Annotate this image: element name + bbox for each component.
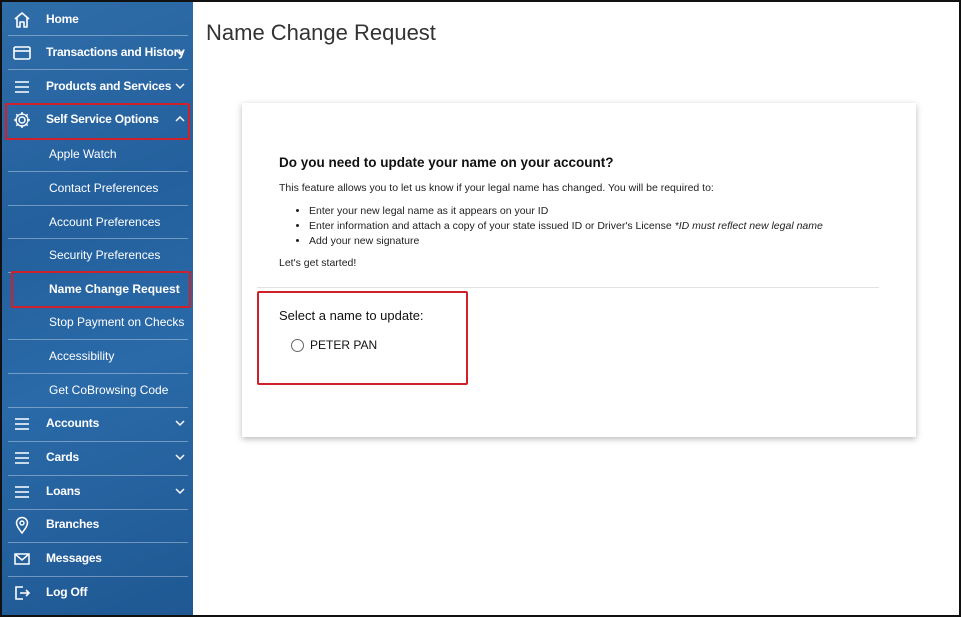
sidebar-item-accounts[interactable]: Accounts bbox=[2, 407, 188, 440]
sidebar-item-label: Accounts bbox=[46, 416, 100, 430]
list-item: Enter your new legal name as it appears … bbox=[309, 204, 823, 219]
list-item: Enter information and attach a copy of y… bbox=[309, 219, 823, 234]
chevron-down-icon[interactable] bbox=[174, 485, 186, 497]
sub-item-label: Contact Preferences bbox=[49, 181, 159, 195]
sub-item-label: Security Preferences bbox=[49, 248, 161, 262]
sidebar-item-label: Messages bbox=[46, 551, 102, 565]
chevron-down-icon[interactable] bbox=[174, 417, 186, 429]
mail-icon bbox=[14, 553, 30, 565]
sidebar-item-label: Home bbox=[46, 12, 79, 26]
get-started-text: Let's get started! bbox=[279, 257, 357, 269]
sub-item-apple-watch[interactable]: Apple Watch bbox=[8, 138, 188, 171]
chevron-down-icon[interactable] bbox=[174, 80, 186, 92]
sidebar-item-label: Products and Services bbox=[46, 79, 172, 93]
sidebar-item-label: Transactions and History bbox=[46, 45, 185, 59]
sidebar-item-loans[interactable]: Loans bbox=[2, 475, 188, 508]
logout-icon bbox=[15, 586, 31, 600]
name-change-highlight bbox=[11, 271, 191, 308]
sub-item-label: Stop Payment on Checks bbox=[49, 315, 185, 329]
id-note: *ID must reflect new legal name bbox=[674, 220, 823, 232]
list-item: Add your new signature bbox=[309, 234, 823, 249]
sub-item-label: Apple Watch bbox=[49, 147, 117, 161]
card-heading: Do you need to update your name on your … bbox=[279, 155, 614, 170]
menu-icon bbox=[15, 486, 29, 498]
sub-item-stop-payment[interactable]: Stop Payment on Checks bbox=[8, 306, 188, 339]
sidebar-item-transactions[interactable]: Transactions and History bbox=[2, 36, 188, 69]
sidebar-item-cards[interactable]: Cards bbox=[2, 441, 188, 474]
card-icon bbox=[13, 46, 31, 60]
card-intro: This feature allows you to let us know i… bbox=[279, 182, 714, 194]
sidebar-item-messages[interactable]: Messages bbox=[2, 542, 188, 575]
list-item-text: Enter information and attach a copy of y… bbox=[309, 220, 672, 232]
menu-icon bbox=[15, 81, 29, 93]
sidebar-item-label: Cards bbox=[46, 450, 80, 464]
page-title: Name Change Request bbox=[206, 20, 436, 45]
app-frame: Home Transactions and History Products a… bbox=[0, 0, 961, 617]
select-name-highlight bbox=[257, 291, 468, 385]
divider bbox=[257, 287, 879, 288]
menu-icon bbox=[15, 418, 29, 430]
location-icon bbox=[15, 516, 29, 535]
sidebar-item-home[interactable]: Home bbox=[2, 3, 188, 36]
sidebar-item-label: Branches bbox=[46, 517, 100, 531]
sidebar-item-label: Loans bbox=[46, 484, 81, 498]
sidebar-item-products[interactable]: Products and Services bbox=[2, 70, 188, 103]
sub-item-accessibility[interactable]: Accessibility bbox=[8, 340, 188, 373]
sub-item-security-preferences[interactable]: Security Preferences bbox=[8, 239, 188, 272]
self-service-highlight bbox=[5, 103, 190, 140]
requirements-list: Enter your new legal name as it appears … bbox=[309, 204, 823, 249]
chevron-down-icon[interactable] bbox=[174, 46, 186, 58]
sub-item-label: Account Preferences bbox=[49, 215, 161, 229]
sidebar-item-log-off[interactable]: Log Off bbox=[2, 576, 188, 609]
sub-item-contact-preferences[interactable]: Contact Preferences bbox=[8, 172, 188, 205]
sub-item-account-preferences[interactable]: Account Preferences bbox=[8, 206, 188, 239]
chevron-down-icon[interactable] bbox=[174, 451, 186, 463]
sub-item-cobrowsing-code[interactable]: Get CoBrowsing Code bbox=[8, 374, 188, 407]
sub-item-label: Get CoBrowsing Code bbox=[49, 383, 169, 397]
sub-item-label: Accessibility bbox=[49, 349, 115, 363]
name-change-card: Do you need to update your name on your … bbox=[242, 103, 916, 437]
sidebar: Home Transactions and History Products a… bbox=[2, 2, 193, 615]
sidebar-item-branches[interactable]: Branches bbox=[2, 508, 188, 541]
home-icon bbox=[14, 12, 30, 28]
sidebar-item-label: Log Off bbox=[46, 585, 88, 599]
menu-icon bbox=[15, 452, 29, 464]
